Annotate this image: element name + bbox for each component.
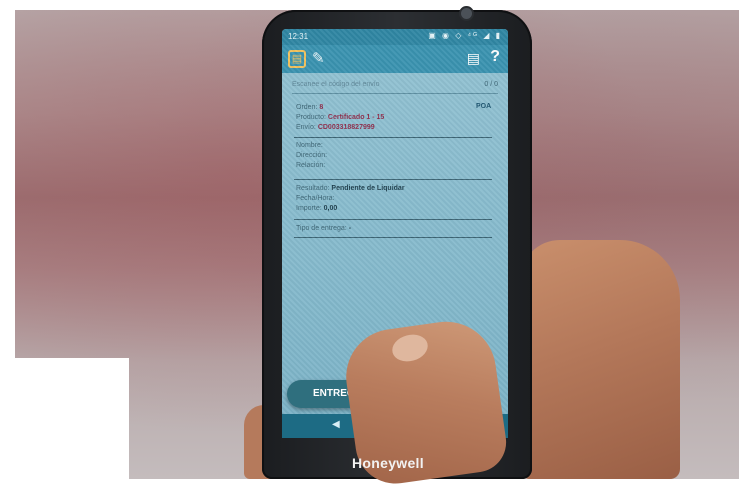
brand-logo: Honeywell: [352, 455, 424, 471]
relacion-label: Relación:: [296, 162, 326, 169]
importe-value: 0,00: [323, 205, 338, 212]
resultado-value: Pendiente de Liquidar: [331, 185, 405, 192]
divider: [294, 219, 492, 220]
nombre-label: Nombre:: [296, 142, 323, 149]
white-margin: [0, 358, 129, 479]
producto-value: Certificado 1 - 15: [327, 114, 385, 121]
divider: [294, 237, 492, 238]
orden-value: 8: [319, 104, 324, 111]
scan-counter: 0 / 0: [484, 81, 498, 88]
tipo-entrega-value: -: [348, 225, 352, 232]
clock: 12:31: [288, 32, 309, 41]
delivery-section: Tipo de entrega: -: [296, 224, 351, 234]
resultado-label: Resultado:: [296, 185, 330, 192]
scan-input[interactable]: Escanee el código del envío 0 / 0: [292, 80, 498, 94]
producto-label: Producto:: [296, 114, 326, 121]
scan-placeholder: Escanee el código del envío: [292, 81, 380, 88]
recipient-section: Nombre: Dirección: Relación:: [296, 141, 327, 171]
app-bar: ▤ ✎ ▤ ?: [282, 45, 508, 73]
divider: [294, 137, 492, 138]
hand: [520, 240, 680, 479]
result-section: Resultado: Pendiente de Liquidar Fecha/H…: [296, 184, 405, 214]
direccion-label: Dirección:: [296, 152, 328, 159]
status-bar: 12:31 ▣ ◉ ◇ ⁴ᴳ ◢ ▮: [282, 29, 508, 45]
divider: [294, 179, 492, 180]
envio-value: CD003318827999: [317, 124, 375, 131]
app-logo-icon[interactable]: ▤: [288, 50, 306, 68]
poa-badge: POA: [476, 103, 492, 110]
order-section: Orden: 8 Producto: Certificado 1 - 15 En…: [296, 103, 384, 133]
tipo-entrega-label: Tipo de entrega:: [296, 225, 347, 232]
orden-label: Orden:: [296, 104, 318, 111]
camera-icon: [461, 8, 472, 19]
status-icons: ▣ ◉ ◇ ⁴ᴳ ◢ ▮: [428, 31, 502, 40]
envio-label: Envío:: [296, 124, 316, 131]
scanner-wand-icon[interactable]: ✎: [312, 49, 325, 67]
fecha-label: Fecha/Hora:: [296, 195, 335, 202]
help-button[interactable]: ?: [490, 48, 500, 66]
back-icon[interactable]: ◀: [332, 419, 340, 430]
document-icon[interactable]: ▤: [467, 50, 480, 67]
importe-label: Importe:: [296, 205, 322, 212]
